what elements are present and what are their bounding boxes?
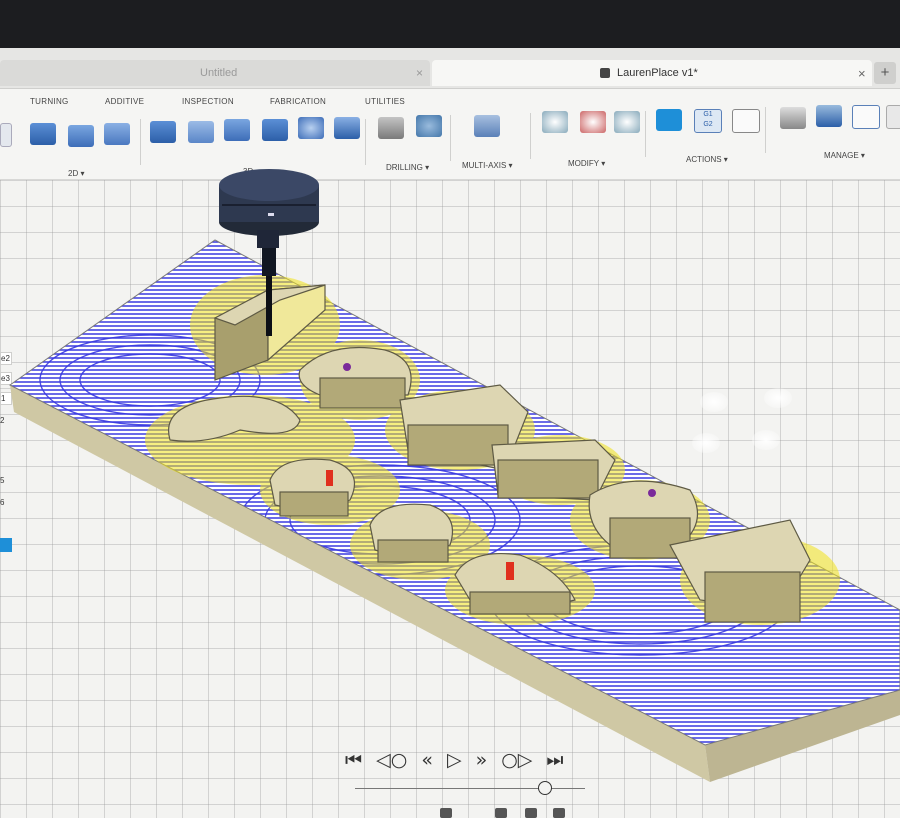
screen-glare: [692, 433, 720, 453]
tab-untitled[interactable]: Untitled ×: [0, 60, 430, 86]
side-number: 5: [0, 476, 5, 485]
ribbon-tab-inspection[interactable]: INSPECTION: [182, 97, 234, 106]
2d-pocket-icon[interactable]: [68, 125, 94, 147]
new-tab-button[interactable]: +: [874, 62, 896, 84]
group-3d-label[interactable]: 3D ▾: [243, 167, 259, 176]
canvas-viewport[interactable]: [0, 180, 900, 818]
setup-icon[interactable]: [0, 123, 12, 147]
group-manage-label[interactable]: MANAGE ▾: [824, 151, 865, 160]
step-forward-button[interactable]: »: [476, 749, 488, 771]
simulation-playback-controls: ⏮ ◁○ « ▷ » ○▷ ⏭: [345, 745, 585, 775]
side-tag[interactable]: e3: [0, 372, 12, 385]
divider: [450, 115, 451, 161]
group-modify-label[interactable]: MODIFY ▾: [568, 159, 605, 168]
ribbon-tab-turning[interactable]: TURNING: [30, 97, 69, 106]
delete-toolpath-icon[interactable]: [580, 111, 606, 133]
group-multi-axis-label[interactable]: MULTI-AXIS ▾: [462, 161, 513, 170]
tab-laurenplace[interactable]: LaurenPlace v1* ×: [432, 60, 872, 86]
screen-glare: [752, 430, 780, 450]
play-button[interactable]: ▷: [447, 749, 462, 771]
template-library-icon[interactable]: [852, 105, 880, 129]
tab-label-laurenplace: LaurenPlace v1*: [617, 67, 698, 79]
ribbon-tab-fabrication[interactable]: FABRICATION: [270, 97, 326, 106]
next-operation-button[interactable]: ○▷: [501, 749, 532, 771]
bottom-toolbar: [440, 808, 580, 818]
2d-adaptive-icon[interactable]: [30, 123, 56, 145]
side-number: 6: [0, 498, 5, 507]
drill-icon[interactable]: [378, 117, 404, 139]
screen-glare: [764, 388, 792, 408]
document-tab-bar: Untitled × LaurenPlace v1* × +: [0, 48, 900, 89]
step-back-button[interactable]: «: [421, 749, 433, 771]
divider: [140, 119, 141, 165]
close-icon[interactable]: ×: [416, 66, 423, 80]
group-2d-label[interactable]: 2D ▾: [68, 169, 84, 178]
parallel-icon[interactable]: [224, 119, 250, 141]
post-process-icon[interactable]: G1 G2: [694, 109, 722, 133]
ribbon-tab-additive[interactable]: ADDITIVE: [105, 97, 144, 106]
ribbon-tab-utilities[interactable]: UTILITIES: [365, 97, 405, 106]
display-icon[interactable]: [495, 808, 507, 818]
divider: [530, 113, 531, 159]
divider: [365, 119, 366, 165]
group-actions-label[interactable]: ACTIONS ▾: [686, 155, 728, 164]
3d-pocket-icon[interactable]: [188, 121, 214, 143]
3d-adaptive-icon[interactable]: [150, 121, 176, 143]
display-icon[interactable]: [525, 808, 537, 818]
scallop-icon[interactable]: [298, 117, 324, 139]
skip-to-end-button[interactable]: ⏭: [546, 749, 563, 771]
post-library-icon[interactable]: [816, 105, 842, 127]
previous-operation-button[interactable]: ◁○: [376, 749, 407, 771]
tab-label-untitled: Untitled: [200, 67, 238, 79]
display-icon[interactable]: [440, 808, 452, 818]
setup-sheet-icon[interactable]: [732, 109, 760, 133]
skip-to-start-button[interactable]: ⏮: [345, 749, 362, 771]
screen-glare: [700, 392, 728, 412]
face-icon[interactable]: [104, 123, 130, 145]
group-drilling-label[interactable]: DRILLING ▾: [386, 163, 429, 172]
design-cube-icon: [600, 68, 610, 78]
toolbar-ribbon: TURNING ADDITIVE INSPECTION FABRICATION …: [0, 89, 900, 180]
display-icon[interactable]: [553, 808, 565, 818]
edit-toolpath-icon[interactable]: [542, 111, 568, 133]
close-icon[interactable]: ×: [858, 66, 866, 81]
side-number: 2: [0, 416, 5, 425]
simulate-icon[interactable]: [656, 109, 682, 131]
divider: [645, 111, 646, 157]
thread-icon[interactable]: [416, 115, 442, 137]
multi-axis-icon[interactable]: [474, 115, 500, 137]
timeline-scrubber-handle[interactable]: [538, 781, 552, 795]
side-selected-indicator[interactable]: [0, 538, 12, 552]
pencil-icon[interactable]: [334, 117, 360, 139]
tool-library-icon[interactable]: [780, 107, 806, 129]
manage-more-icon[interactable]: [886, 105, 900, 129]
divider: [765, 107, 766, 153]
regenerate-icon[interactable]: [614, 111, 640, 133]
side-tag[interactable]: e2: [0, 352, 12, 365]
contour-icon[interactable]: [262, 119, 288, 141]
side-tag[interactable]: 1: [0, 392, 12, 405]
